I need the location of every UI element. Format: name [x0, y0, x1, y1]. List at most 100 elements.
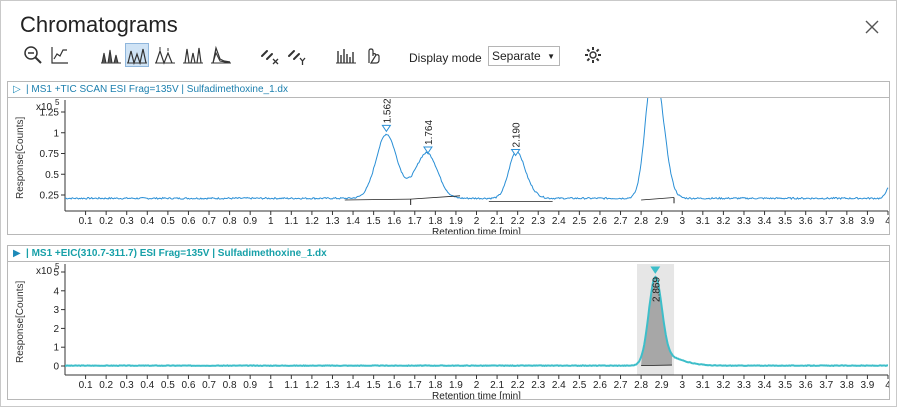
- x-tick-label: 3.9: [860, 380, 874, 391]
- x-axis-label: Retention time [min]: [432, 391, 521, 399]
- y-tick-label: 0.25: [40, 191, 60, 202]
- x-tick-label: 3.7: [819, 380, 833, 391]
- x-tick-label: 1.3: [326, 216, 340, 227]
- chromatograms-window: Chromatograms Display mode Separate ▼ ▷ …: [0, 0, 897, 407]
- tic-chromatogram-panel: ▷ | MS1 +TIC SCAN ESI Frag=135V | Sulfad…: [7, 81, 890, 235]
- tic-peak-marker: [423, 146, 433, 154]
- x-tick-label: 2.8: [634, 380, 648, 391]
- x-tick-label: 2.9: [655, 216, 669, 227]
- x-tick-label: 0.6: [181, 216, 195, 227]
- x-tick-label: 3.8: [840, 216, 854, 227]
- x-tick-label: 1: [268, 380, 274, 391]
- x-tick-label: 1.4: [346, 380, 360, 391]
- x-tick-label: 1.5: [367, 380, 381, 391]
- x-tick-label: 4: [885, 216, 889, 227]
- x-tick-label: 3.6: [799, 216, 813, 227]
- x-tick-label: 0.3: [120, 216, 134, 227]
- y-tick-label: 1: [53, 128, 59, 139]
- x-tick-label: 2.7: [614, 380, 628, 391]
- y-tick-label: 0.5: [45, 170, 59, 181]
- x-tick-label: 2.6: [593, 216, 607, 227]
- x-tick-label: 3.1: [696, 380, 710, 391]
- x-tick-label: 3.5: [778, 380, 792, 391]
- x-tick-label: 2.4: [552, 380, 566, 391]
- dropdown-arrow-icon: ▼: [547, 52, 555, 61]
- x-tick-label: 3.4: [758, 380, 772, 391]
- hand-pointer-icon[interactable]: [361, 43, 385, 67]
- x-tick-label: 3.8: [840, 380, 854, 391]
- offset-traces-icon[interactable]: [209, 43, 233, 67]
- x-tick-label: 2.4: [552, 216, 566, 227]
- x-tick-label: 2.5: [572, 216, 586, 227]
- spectrum-icon[interactable]: [334, 43, 358, 67]
- y-tick-label: 5: [53, 268, 59, 279]
- x-tick-label: 3.7: [819, 216, 833, 227]
- tic-peak-marker: [381, 124, 392, 133]
- integration-baseline: [641, 197, 675, 201]
- integration-baseline: [410, 195, 461, 200]
- y-exponent-power: 5: [55, 98, 60, 107]
- panel-title: | MS1 +EIC(310.7-311.7) ESI Frag=135V | …: [26, 248, 327, 259]
- x-tick-label: 3: [679, 380, 685, 391]
- x-tick-label: 1.3: [326, 380, 340, 391]
- close-icon[interactable]: [863, 18, 881, 36]
- y-tick-label: 0.75: [40, 149, 60, 160]
- display-mode-value: Separate: [492, 49, 541, 63]
- panel-header: ▷ | MS1 +TIC SCAN ESI Frag=135V | Sulfad…: [8, 82, 889, 98]
- x-tick-label: 2.8: [634, 216, 648, 227]
- eic-trace-line: [64, 275, 888, 368]
- tic-plot[interactable]: x10 50.250.50.7511.250.1 0.2 0.3 0.4 0.5 0.6 0.…: [8, 98, 889, 234]
- eic-chromatogram-panel: ▶ | MS1 +EIC(310.7-311.7) ESI Frag=135V …: [7, 245, 890, 400]
- x-tick-label: 0.7: [202, 216, 216, 227]
- x-tick-label: 2.7: [614, 216, 628, 227]
- x-tick-label: 0.1: [79, 380, 93, 391]
- x-tick-label: 1.2: [305, 216, 319, 227]
- y-tick-label: 1: [53, 343, 59, 354]
- expand-triangle-icon[interactable]: ▷: [13, 84, 21, 95]
- x-tick-label: 3.9: [860, 216, 874, 227]
- x-tick-label: 2.3: [531, 216, 545, 227]
- x-tick-label: 1.1: [284, 216, 298, 227]
- x-tick-label: 3.2: [716, 216, 730, 227]
- peak-labels-icon[interactable]: [153, 43, 177, 67]
- eic-plot[interactable]: x10 50123450.1 0.2 0.3 0.4 0.5 0.6 0.7 0.8 0.9 1 1.…: [8, 262, 889, 399]
- x-tick-label: 2.2: [511, 380, 525, 391]
- zoom-out-icon[interactable]: [21, 43, 45, 67]
- x-tick-label: 0.9: [243, 216, 257, 227]
- x-tick-label: 0.2: [99, 216, 113, 227]
- x-axis-label: Retention time [min]: [432, 227, 521, 234]
- panel-header: ▶ | MS1 +EIC(310.7-311.7) ESI Frag=135V …: [8, 246, 889, 262]
- x-tick-label: 2.2: [511, 216, 525, 227]
- x-tick-label: 0.7: [202, 380, 216, 391]
- integration-baseline: [344, 198, 411, 201]
- x-tick-label: 2.3: [531, 380, 545, 391]
- x-tick-label: 1.9: [449, 216, 463, 227]
- unlink-x-icon[interactable]: [258, 43, 282, 67]
- integrate-peaks-icon[interactable]: [99, 43, 123, 67]
- x-tick-label: 0.5: [161, 216, 175, 227]
- x-tick-label: 0.8: [223, 380, 237, 391]
- x-tick-label: 3.5: [778, 216, 792, 227]
- integration-baseline: [641, 364, 672, 367]
- expand-triangle-icon[interactable]: ▶: [13, 248, 21, 259]
- overlay-peaks-icon[interactable]: [125, 43, 149, 67]
- window-title: Chromatograms: [20, 12, 178, 37]
- x-tick-label: 0.6: [181, 380, 195, 391]
- x-tick-label: 1.6: [387, 380, 401, 391]
- x-tick-label: 1.2: [305, 380, 319, 391]
- x-tick-label: 0.4: [140, 380, 154, 391]
- x-tick-label: 3.2: [716, 380, 730, 391]
- x-tick-label: 1.1: [284, 380, 298, 391]
- unlink-y-icon[interactable]: [285, 43, 309, 67]
- autoscale-icon[interactable]: [48, 43, 72, 67]
- tic-trace-line: [64, 98, 889, 200]
- tic-peak-label: 1.562: [382, 98, 393, 123]
- display-mode-dropdown[interactable]: Separate ▼: [488, 46, 560, 66]
- settings-gear-icon[interactable]: [581, 43, 605, 67]
- tic-peak-label: 1.764: [424, 120, 435, 145]
- x-tick-label: 1.8: [428, 216, 442, 227]
- x-tick-label: 1.8: [428, 380, 442, 391]
- y-tick-label: 0: [53, 362, 59, 373]
- stacked-traces-icon[interactable]: [181, 43, 205, 67]
- x-tick-label: 2: [474, 216, 480, 227]
